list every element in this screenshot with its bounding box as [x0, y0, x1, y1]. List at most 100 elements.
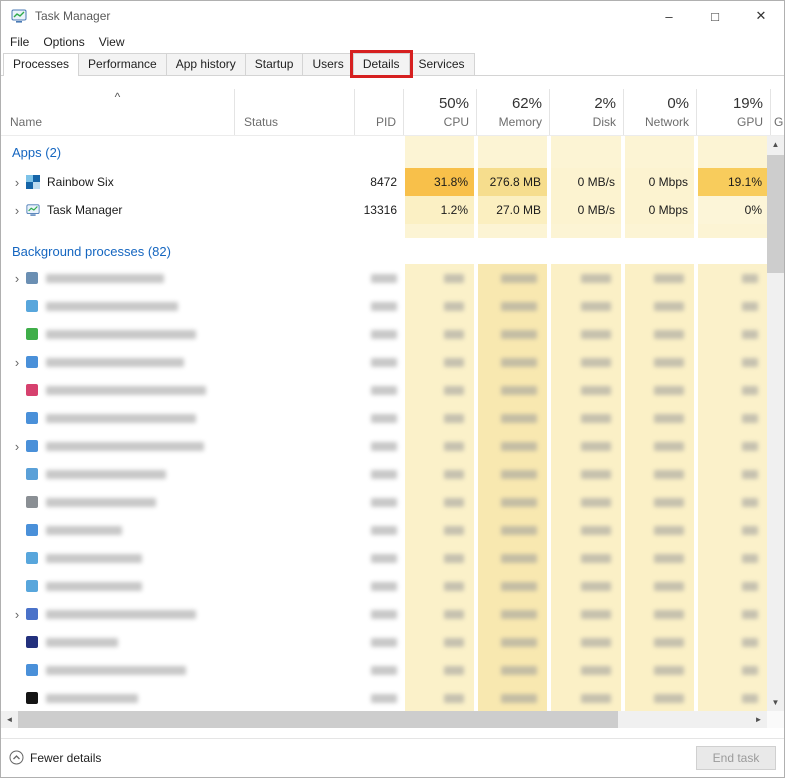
group-header-apps[interactable]: Apps (2) [12, 145, 61, 160]
tab-services[interactable]: Services [408, 53, 475, 75]
background-process-row[interactable] [1, 684, 767, 711]
column-header-pid[interactable]: PID [354, 89, 403, 135]
menu-file[interactable]: File [3, 33, 36, 51]
blurred-pid [371, 469, 397, 479]
background-process-row[interactable] [1, 572, 767, 600]
close-icon: ✕ [755, 8, 767, 23]
tab-users[interactable]: Users [302, 53, 354, 75]
blurred-memory-value [501, 609, 537, 619]
horizontal-scrollbar[interactable]: ◄ ► [1, 711, 767, 728]
column-header-status[interactable]: Status [234, 89, 354, 135]
scroll-up-button[interactable]: ▲ [767, 136, 784, 153]
end-task-button[interactable]: End task [696, 745, 776, 770]
expand-chevron-icon[interactable]: › [8, 607, 26, 622]
scroll-left-button[interactable]: ◄ [1, 711, 18, 728]
tab-app-history[interactable]: App history [165, 53, 246, 75]
blurred-gpu-value [742, 665, 758, 675]
task-manager-app-icon [11, 8, 27, 24]
expand-chevron-icon[interactable]: › [8, 175, 26, 190]
gpu-total-percent: 19% [732, 95, 763, 112]
column-header-cpu[interactable]: 50% CPU [403, 89, 476, 135]
scroll-down-button[interactable]: ▼ [767, 694, 784, 711]
column-header-disk[interactable]: 2% Disk [549, 89, 623, 135]
blurred-disk-value [581, 273, 611, 283]
maximize-button[interactable]: □ [692, 1, 738, 31]
menu-view[interactable]: View [92, 33, 132, 51]
background-process-row[interactable]: › [1, 600, 767, 628]
blurred-process-name [46, 357, 184, 367]
vertical-scrollbar-thumb[interactable] [767, 155, 784, 273]
status-cell [234, 460, 354, 488]
horizontal-scrollbar-thumb[interactable] [18, 711, 618, 728]
blurred-network-value [654, 385, 684, 395]
menu-options[interactable]: Options [36, 33, 91, 51]
fewer-details-toggle[interactable]: Fewer details [9, 750, 101, 765]
tab-processes[interactable]: Processes [3, 53, 80, 76]
group-row-apps[interactable]: Apps (2) [1, 136, 767, 168]
cpu-cell [403, 488, 476, 516]
disk-cell [549, 376, 623, 404]
group-header-background[interactable]: Background processes (82) [12, 244, 171, 259]
group-row-background[interactable]: Background processes (82) [1, 238, 767, 264]
minimize-icon: – [665, 8, 673, 24]
status-cell [234, 292, 354, 320]
background-process-row[interactable]: › [1, 432, 767, 460]
memory-cell: 27.0 MB [476, 196, 549, 224]
process-row-rainbow-six[interactable]: › Rainbow Six 8472 31.8% 276.8 MB 0 MB/s… [1, 168, 767, 196]
background-process-row[interactable] [1, 292, 767, 320]
column-header-name[interactable]: ^ Name [1, 89, 234, 135]
blurred-disk-value [581, 413, 611, 423]
cpu-cell [403, 376, 476, 404]
disk-cell [549, 656, 623, 684]
background-process-row[interactable] [1, 320, 767, 348]
close-button[interactable]: ✕ [738, 1, 784, 31]
tab-details[interactable]: Details [349, 50, 413, 78]
background-process-row[interactable] [1, 628, 767, 656]
background-process-row[interactable] [1, 488, 767, 516]
blurred-gpu-value [742, 441, 758, 451]
cpu-cell [403, 656, 476, 684]
expand-chevron-icon[interactable]: › [8, 271, 26, 286]
blurred-gpu-value [742, 525, 758, 535]
background-process-row[interactable] [1, 376, 767, 404]
background-process-row[interactable]: › [1, 264, 767, 292]
vertical-scrollbar-track[interactable] [767, 153, 784, 694]
gpu-cell [696, 136, 767, 168]
down-arrow-icon: ▼ [771, 698, 780, 707]
blurred-pid [371, 609, 397, 619]
background-process-row[interactable]: › [1, 348, 767, 376]
expand-chevron-icon[interactable]: › [8, 203, 26, 218]
tab-startup[interactable]: Startup [244, 53, 304, 75]
column-header-gpu-engine[interactable]: G [770, 89, 784, 135]
background-process-row[interactable] [1, 516, 767, 544]
column-header-network[interactable]: 0% Network [623, 89, 696, 135]
tab-performance[interactable]: Performance [78, 53, 167, 75]
app-icon [26, 440, 38, 452]
blurred-network-value [654, 329, 684, 339]
process-row-task-manager[interactable]: › Task Manager 13316 1.2% 27.0 MB 0 MB/s… [1, 196, 767, 224]
status-cell [234, 264, 354, 292]
expand-chevron-icon[interactable]: › [8, 439, 26, 454]
pid-cell: 13316 [354, 196, 403, 224]
gpu-value: 19.1% [727, 175, 762, 189]
vertical-scrollbar[interactable]: ▲ ▼ [767, 136, 784, 711]
blurred-network-value [654, 609, 684, 619]
expand-chevron-icon[interactable]: › [8, 355, 26, 370]
background-process-row[interactable] [1, 656, 767, 684]
background-process-row[interactable] [1, 460, 767, 488]
background-process-row[interactable] [1, 404, 767, 432]
app-icon [26, 300, 38, 312]
title-bar[interactable]: Task Manager – □ ✕ [1, 1, 784, 31]
gpu-cell [696, 404, 767, 432]
process-name: Task Manager [47, 203, 123, 217]
blurred-memory-value [501, 553, 537, 563]
blurred-cpu-value [444, 693, 464, 703]
horizontal-scrollbar-track[interactable] [18, 711, 750, 728]
disk-value: 0 MB/s [577, 203, 615, 217]
column-header-gpu[interactable]: 19% GPU [696, 89, 770, 135]
background-process-row[interactable] [1, 544, 767, 572]
minimize-button[interactable]: – [646, 1, 692, 31]
blurred-pid [371, 329, 397, 339]
column-header-memory[interactable]: 62% Memory [476, 89, 549, 135]
scroll-right-button[interactable]: ► [750, 711, 767, 728]
